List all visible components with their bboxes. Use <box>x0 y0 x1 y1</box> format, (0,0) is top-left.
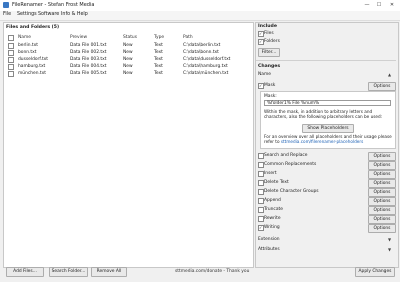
cell-path: C:\data\bonn.txt <box>183 50 219 55</box>
cell-name: münchen.txt <box>18 71 46 76</box>
row-checkbox[interactable] <box>8 43 14 49</box>
cell-preview: Data File 005.txt <box>70 71 107 76</box>
menu-software[interactable]: Software <box>38 12 59 17</box>
row-checkbox[interactable] <box>8 71 14 77</box>
cell-path: C:\data\hamburg.txt <box>183 64 228 69</box>
row-checkbox[interactable] <box>8 57 14 63</box>
cell-preview: Data File 003.txt <box>70 57 107 62</box>
row-checkbox[interactable] <box>8 64 14 70</box>
table-row[interactable]: münchen.txt Data File 005.txt New Text C… <box>5 71 245 78</box>
placeholders-link[interactable]: sttmedia.com/filerenamer-placeholders <box>281 139 363 144</box>
insert-options-button[interactable]: Options <box>368 170 396 179</box>
cell-type: Text <box>154 57 163 62</box>
common-replacements-options-button[interactable]: Options <box>368 161 396 170</box>
delete-text-label: Delete Text <box>264 180 289 185</box>
window-title: FileRenamer - Stefan Frost Media <box>12 2 95 8</box>
truncate-options-button[interactable]: Options <box>368 206 396 215</box>
column-type[interactable]: Type <box>154 35 164 40</box>
table-row[interactable]: berlin.txt Data File 001.txt New Text C:… <box>5 43 245 50</box>
menu-bar: File Settings Software Info & Help <box>0 11 400 21</box>
table-row[interactable]: dusseldorf.txt Data File 003.txt New Tex… <box>5 57 245 64</box>
overview-text: For an overview over all placeholders an… <box>264 134 392 144</box>
apply-changes-button[interactable]: Apply Changes <box>355 267 395 277</box>
cell-name: hamburg.txt <box>18 64 46 69</box>
cell-status: New <box>123 57 133 62</box>
cell-name: bonn.txt <box>18 50 37 55</box>
name-section-label: Name <box>258 72 271 77</box>
truncate-label: Truncate <box>264 207 283 212</box>
close-button[interactable]: ✕ <box>387 1 397 9</box>
cell-type: Text <box>154 50 163 55</box>
cell-preview: Data File 004.txt <box>70 64 107 69</box>
cell-path: C:\data\berlin.txt <box>183 43 221 48</box>
mask-label: Mask <box>264 83 276 88</box>
donate-link[interactable]: sttmedia.com/donate - Thank you <box>175 269 249 274</box>
files-section-title: Files and Folders (5) <box>6 25 60 30</box>
cell-status: New <box>123 64 133 69</box>
cell-name: dusseldorf.txt <box>18 57 49 62</box>
cell-path: C:\data\dusseldorf.txt <box>183 57 231 62</box>
table-row[interactable]: hamburg.txt Data File 004.txt New Text C… <box>5 64 245 71</box>
menu-settings[interactable]: Settings <box>17 12 37 17</box>
search-folder-button[interactable]: Search Folder... <box>49 267 88 277</box>
include-files-label: Files <box>264 31 274 36</box>
mask-help-text: Within the mask, in addition to arbitrar… <box>264 109 383 119</box>
column-path[interactable]: Path <box>183 35 193 40</box>
cell-name: berlin.txt <box>18 43 38 48</box>
append-label: Append <box>264 198 281 203</box>
delete-character-groups-options-button[interactable]: Options <box>368 188 396 197</box>
menu-file[interactable]: File <box>3 12 11 17</box>
append-options-button[interactable]: Options <box>368 197 396 206</box>
filter-button[interactable]: Filter... <box>258 48 280 57</box>
show-placeholders-button[interactable]: Show Placeholders <box>302 124 354 133</box>
mask-field-label: Mask: <box>264 94 277 99</box>
mask-input[interactable]: %folder1% File %num% <box>264 100 391 106</box>
extension-section-label: Extension <box>258 237 280 242</box>
insert-label: Insert <box>264 171 277 176</box>
cell-path: C:\data\münchen.txt <box>183 71 229 76</box>
rewrite-options-button[interactable]: Options <box>368 215 396 224</box>
minimize-button[interactable]: — <box>362 1 372 9</box>
writing-options-button[interactable]: Options <box>368 224 396 233</box>
delete-character-groups-label: Delete Character Groups <box>264 189 319 194</box>
include-folders-label: Folders <box>264 39 280 44</box>
menu-info-help[interactable]: Info & Help <box>61 12 88 17</box>
expand-down-icon[interactable]: ▼ <box>388 237 391 242</box>
rewrite-label: Rewrite <box>264 216 281 221</box>
table-row[interactable]: bonn.txt Data File 002.txt New Text C:\d… <box>5 50 245 57</box>
writing-label: Writing <box>264 225 280 230</box>
cell-status: New <box>123 43 133 48</box>
cell-type: Text <box>154 71 163 76</box>
cell-type: Text <box>154 43 163 48</box>
row-checkbox[interactable] <box>8 50 14 56</box>
changes-title: Changes <box>258 64 281 69</box>
expand-down-icon[interactable]: ▼ <box>388 247 391 252</box>
maximize-button[interactable]: ☐ <box>374 1 384 9</box>
remove-all-button[interactable]: Remove All <box>91 267 127 277</box>
column-preview[interactable]: Preview <box>70 35 87 40</box>
add-files-button[interactable]: Add Files... <box>6 267 44 277</box>
cell-preview: Data File 001.txt <box>70 43 107 48</box>
cell-status: New <box>123 71 133 76</box>
divider <box>256 60 396 61</box>
select-all-checkbox[interactable] <box>8 35 14 41</box>
search-replace-options-button[interactable]: Options <box>368 152 396 161</box>
cell-type: Text <box>154 64 163 69</box>
mask-options-button[interactable]: Options <box>368 82 396 91</box>
collapse-up-icon[interactable]: ▲ <box>388 72 391 77</box>
delete-text-options-button[interactable]: Options <box>368 179 396 188</box>
cell-status: New <box>123 50 133 55</box>
app-icon <box>3 2 9 8</box>
include-title: Include <box>258 24 277 29</box>
column-name[interactable]: Name <box>18 35 31 40</box>
cell-preview: Data File 002.txt <box>70 50 107 55</box>
search-replace-label: Search and Replace <box>264 153 308 158</box>
column-status[interactable]: Status <box>123 35 137 40</box>
common-replacements-label: Common Replacements <box>264 162 317 167</box>
attributes-section-label: Attributes <box>258 247 280 252</box>
